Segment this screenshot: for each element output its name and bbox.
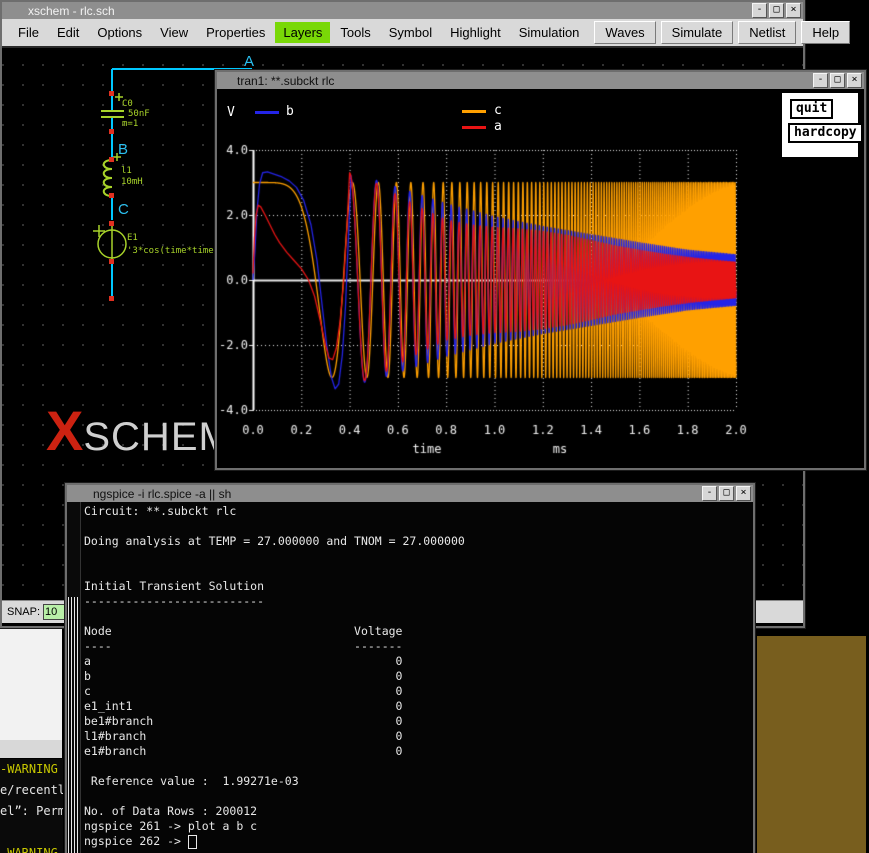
terminal-content[interactable]: Circuit: **.subckt rlc Doing analysis at… — [67, 502, 753, 853]
plot-window-title: tran1: **.subckt rlc — [217, 74, 334, 88]
terminal-prompt[interactable]: ngspice 262 -> — [84, 834, 197, 849]
terminal-cursor — [188, 835, 197, 849]
maximize-button[interactable]: □ — [769, 3, 784, 18]
src-ref: E1 — [127, 233, 138, 243]
maximize-button[interactable]: □ — [719, 486, 734, 501]
menu-options[interactable]: Options — [89, 22, 150, 43]
menu-simulation[interactable]: Simulation — [511, 22, 588, 43]
logo-x: X — [46, 399, 83, 462]
close-button[interactable]: × — [847, 73, 862, 88]
warning-line: -WARNING — [0, 759, 63, 780]
ngspice-terminal-window: ngspice -i rlc.spice -a || sh - □ × Circ… — [65, 483, 755, 853]
logo-text: SCHEM — [83, 415, 232, 459]
desktop: -WARNINGe/recentlyel”: Perm -WARNING xsc… — [0, 0, 869, 853]
menu-symbol[interactable]: Symbol — [381, 22, 440, 43]
desktop-brown-area — [757, 636, 866, 853]
terminal-output: Circuit: **.subckt rlc Doing analysis at… — [84, 504, 465, 834]
y-axis-unit-label: V — [227, 105, 235, 120]
prompt-text: ngspice 262 -> — [84, 834, 188, 848]
menu-view[interactable]: View — [152, 22, 196, 43]
waveform-chart — [219, 90, 779, 466]
hardcopy-button[interactable]: hardcopy — [788, 123, 863, 143]
legend-label-a: a — [494, 119, 502, 134]
legend-label-c: c — [494, 103, 502, 118]
node-label-b[interactable]: B — [118, 141, 128, 158]
warning-line: el”: Perm — [0, 801, 63, 822]
xschem-logo: XSCHEM — [46, 398, 233, 463]
terminal-titlebar[interactable]: ngspice -i rlc.spice -a || sh - □ × — [67, 485, 753, 502]
legend-swatch-b — [255, 111, 279, 114]
help-button[interactable]: Help — [801, 21, 850, 44]
warning-line: -WARNING — [0, 843, 63, 853]
cap-extra: m=1 — [122, 119, 138, 129]
maximize-button[interactable]: □ — [830, 73, 845, 88]
xschem-titlebar[interactable]: xschem - rlc.sch - □ × — [2, 2, 803, 19]
cap-value: 50nF — [128, 109, 150, 119]
warning-line: e/recently — [0, 780, 63, 801]
menu-tools[interactable]: Tools — [332, 22, 378, 43]
quit-button[interactable]: quit — [790, 99, 833, 119]
waves-button[interactable]: Waves — [594, 21, 655, 44]
background-dialog — [0, 627, 62, 758]
warning-line — [0, 822, 63, 843]
terminal-scrollbar[interactable] — [67, 502, 81, 853]
plot-button-panel: quit hardcopy — [781, 92, 859, 158]
ind-value: 10mH — [121, 177, 143, 187]
xschem-toolbar: Waves SimulateNetlistHelp — [589, 21, 854, 44]
minimize-button[interactable]: - — [752, 3, 767, 18]
menu-properties[interactable]: Properties — [198, 22, 273, 43]
menu-edit[interactable]: Edit — [49, 22, 87, 43]
minimize-button[interactable]: - — [702, 486, 717, 501]
menu-highlight[interactable]: Highlight — [442, 22, 509, 43]
legend-label-b: b — [286, 104, 294, 119]
minimize-button[interactable]: - — [813, 73, 828, 88]
source-symbol[interactable] — [98, 223, 126, 261]
xschem-window-title: xschem - rlc.sch — [2, 4, 115, 18]
menu-layers[interactable]: Layers — [275, 22, 330, 43]
plot-content: V b ca quit hardcopy — [217, 89, 864, 468]
background-terminal-warnings: -WARNINGe/recentlyel”: Perm -WARNING — [0, 759, 63, 853]
simulate-button[interactable]: Simulate — [661, 21, 734, 44]
menu-items: FileEditOptionsViewPropertiesLayersTools… — [10, 24, 589, 42]
netlist-button[interactable]: Netlist — [738, 21, 796, 44]
snap-label: SNAP: — [7, 606, 40, 618]
inductor-symbol[interactable] — [104, 160, 112, 196]
capacitor-symbol[interactable] — [101, 111, 124, 117]
node-label-c[interactable]: C — [118, 201, 129, 218]
legend-swatch-c — [462, 110, 486, 113]
ind-ref: l1 — [121, 166, 132, 176]
terminal-window-title: ngspice -i rlc.spice -a || sh — [67, 487, 231, 501]
scrollbar-thumb[interactable] — [68, 597, 78, 853]
menu-file[interactable]: File — [10, 22, 47, 43]
node-label-a[interactable]: A — [244, 53, 254, 70]
close-button[interactable]: × — [736, 486, 751, 501]
plot-titlebar[interactable]: tran1: **.subckt rlc - □ × — [217, 72, 864, 89]
plot-window: tran1: **.subckt rlc - □ × V b ca quit ha… — [215, 70, 866, 470]
cap-ref: C0 — [122, 99, 133, 109]
close-button[interactable]: × — [786, 3, 801, 18]
legend-swatch-a — [462, 126, 486, 129]
xschem-menubar: FileEditOptionsViewPropertiesLayersTools… — [2, 19, 803, 48]
